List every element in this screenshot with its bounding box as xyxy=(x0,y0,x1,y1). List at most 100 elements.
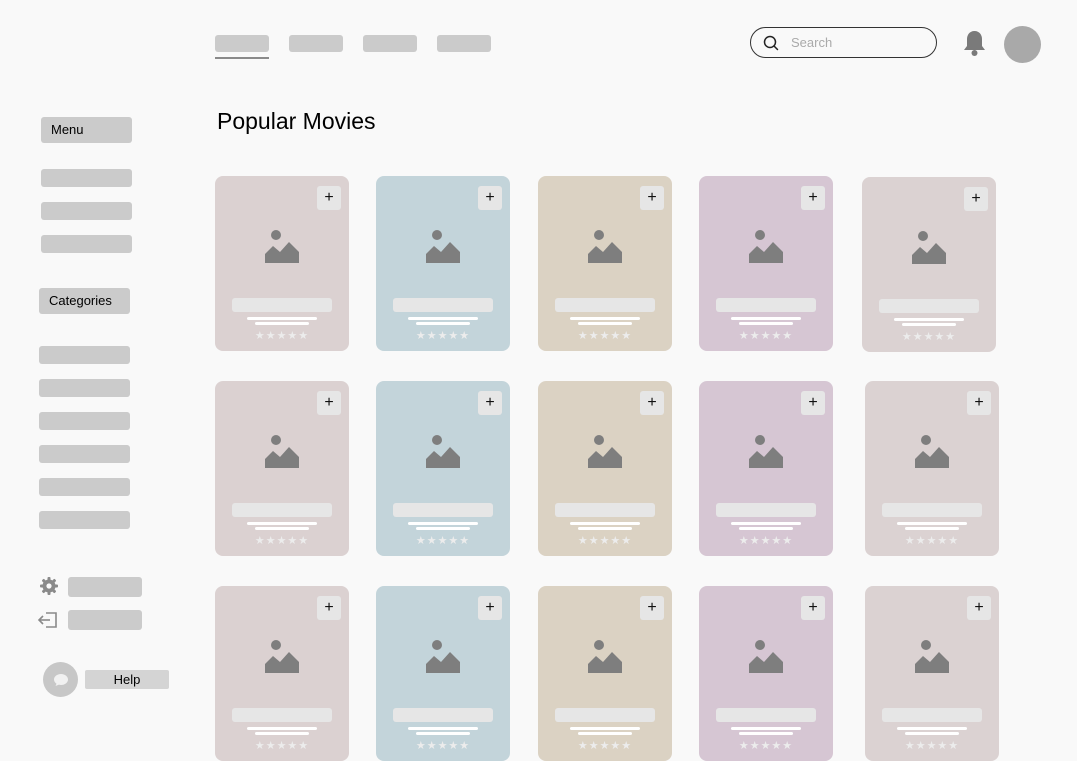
movie-meta-placeholder xyxy=(905,527,959,530)
add-button[interactable]: + xyxy=(640,596,664,620)
movie-card[interactable]: + ★★★★★ xyxy=(699,381,833,556)
add-button[interactable]: + xyxy=(640,186,664,210)
rating-stars: ★★★★★ xyxy=(415,535,471,547)
movie-subtitle-placeholder xyxy=(570,317,640,320)
image-placeholder-icon xyxy=(749,435,783,468)
category-item-3[interactable] xyxy=(39,412,130,430)
image-placeholder-icon xyxy=(749,230,783,263)
rating-stars: ★★★★★ xyxy=(738,535,794,547)
menu-item-2[interactable] xyxy=(41,202,132,220)
movie-meta-placeholder xyxy=(416,322,470,325)
movie-meta-placeholder xyxy=(578,732,632,735)
add-button[interactable]: + xyxy=(317,391,341,415)
movie-card[interactable]: + ★★★★★ xyxy=(862,177,996,352)
user-avatar[interactable] xyxy=(1004,26,1041,63)
movie-card[interactable]: + ★★★★★ xyxy=(215,176,349,351)
category-item-2[interactable] xyxy=(39,379,130,397)
image-placeholder-icon xyxy=(588,435,622,468)
add-button[interactable]: + xyxy=(801,186,825,210)
add-button[interactable]: + xyxy=(317,596,341,620)
rating-stars: ★★★★★ xyxy=(254,330,310,342)
rating-stars: ★★★★★ xyxy=(254,535,310,547)
add-button[interactable]: + xyxy=(478,186,502,210)
add-button[interactable]: + xyxy=(967,391,991,415)
help-button[interactable]: Help xyxy=(85,670,169,689)
movie-card[interactable]: + ★★★★★ xyxy=(215,586,349,761)
chat-bubble-icon xyxy=(53,673,68,686)
image-placeholder-icon xyxy=(426,230,460,263)
category-item-5[interactable] xyxy=(39,478,130,496)
movie-card[interactable]: + ★★★★★ xyxy=(376,586,510,761)
add-button[interactable]: + xyxy=(317,186,341,210)
image-placeholder-icon xyxy=(749,640,783,673)
movie-subtitle-placeholder xyxy=(408,317,478,320)
logout-icon xyxy=(37,612,57,628)
image-placeholder-icon xyxy=(912,231,946,264)
add-button[interactable]: + xyxy=(478,596,502,620)
movie-card[interactable]: + ★★★★★ xyxy=(376,381,510,556)
image-placeholder-icon xyxy=(915,435,949,468)
movie-title-placeholder xyxy=(555,503,655,517)
movie-meta-placeholder xyxy=(416,732,470,735)
bell-icon[interactable] xyxy=(962,29,987,57)
movie-subtitle-placeholder xyxy=(897,522,967,525)
movie-title-placeholder xyxy=(393,503,493,517)
movie-card[interactable]: + ★★★★★ xyxy=(699,586,833,761)
add-button[interactable]: + xyxy=(801,596,825,620)
search-bar[interactable] xyxy=(750,27,937,58)
nav-item-3[interactable] xyxy=(363,35,417,52)
search-icon xyxy=(763,35,779,50)
menu-item-3[interactable] xyxy=(41,235,132,253)
settings-item[interactable] xyxy=(68,577,142,597)
movie-subtitle-placeholder xyxy=(408,522,478,525)
image-placeholder-icon xyxy=(265,435,299,468)
movie-subtitle-placeholder xyxy=(570,522,640,525)
help-avatar[interactable] xyxy=(43,662,78,697)
image-placeholder-icon xyxy=(426,435,460,468)
category-item-1[interactable] xyxy=(39,346,130,364)
nav-item-2[interactable] xyxy=(289,35,343,52)
movie-title-placeholder xyxy=(393,708,493,722)
rating-stars: ★★★★★ xyxy=(904,535,960,547)
movie-card[interactable]: + ★★★★★ xyxy=(376,176,510,351)
rating-stars: ★★★★★ xyxy=(738,330,794,342)
logout-item[interactable] xyxy=(68,610,142,630)
movie-meta-placeholder xyxy=(255,527,309,530)
movie-title-placeholder xyxy=(555,298,655,312)
menu-label: Menu xyxy=(41,117,132,143)
movie-card[interactable]: + ★★★★★ xyxy=(865,381,999,556)
rating-stars: ★★★★★ xyxy=(577,535,633,547)
add-button[interactable]: + xyxy=(640,391,664,415)
movie-title-placeholder xyxy=(716,503,816,517)
nav-item-4[interactable] xyxy=(437,35,491,52)
movie-card[interactable]: + ★★★★★ xyxy=(215,381,349,556)
movie-card[interactable]: + ★★★★★ xyxy=(865,586,999,761)
top-nav xyxy=(215,35,491,59)
add-button[interactable]: + xyxy=(801,391,825,415)
add-button[interactable]: + xyxy=(478,391,502,415)
movie-card[interactable]: + ★★★★★ xyxy=(699,176,833,351)
image-placeholder-icon xyxy=(588,230,622,263)
nav-item-1[interactable] xyxy=(215,35,269,59)
movie-title-placeholder xyxy=(716,708,816,722)
movie-card[interactable]: + ★★★★★ xyxy=(538,586,672,761)
movie-meta-placeholder xyxy=(902,323,956,326)
category-item-4[interactable] xyxy=(39,445,130,463)
movie-title-placeholder xyxy=(393,298,493,312)
search-input[interactable] xyxy=(789,34,913,51)
category-item-6[interactable] xyxy=(39,511,130,529)
movie-card[interactable]: + ★★★★★ xyxy=(538,176,672,351)
image-placeholder-icon xyxy=(588,640,622,673)
image-placeholder-icon xyxy=(915,640,949,673)
menu-item-1[interactable] xyxy=(41,169,132,187)
movie-meta-placeholder xyxy=(255,322,309,325)
gear-icon xyxy=(40,577,58,595)
add-button[interactable]: + xyxy=(964,187,988,211)
movie-card[interactable]: + ★★★★★ xyxy=(538,381,672,556)
movie-meta-placeholder xyxy=(578,322,632,325)
rating-stars: ★★★★★ xyxy=(415,330,471,342)
add-button[interactable]: + xyxy=(967,596,991,620)
movie-meta-placeholder xyxy=(739,732,793,735)
movie-title-placeholder xyxy=(555,708,655,722)
page-title: Popular Movies xyxy=(217,108,376,134)
